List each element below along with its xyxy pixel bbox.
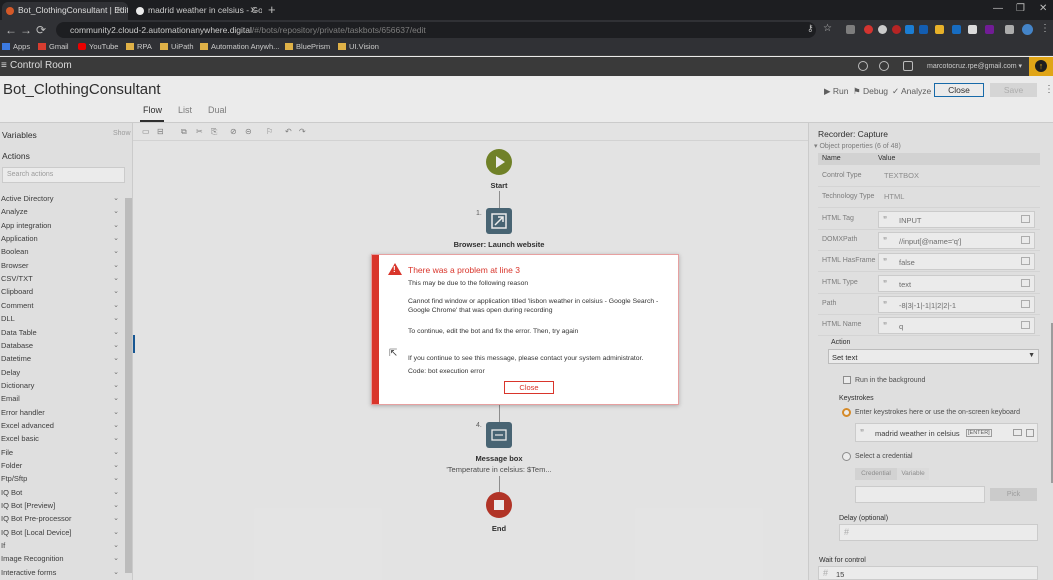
error-accent-bar xyxy=(372,255,379,404)
mouse-cursor-icon: ⇱ xyxy=(389,348,398,359)
error-code: Code: bot execution error xyxy=(408,367,673,376)
dialog-close-button[interactable]: Close xyxy=(504,381,554,394)
error-code-value: bot execution error xyxy=(428,368,485,375)
error-code-label: Code: xyxy=(408,368,427,375)
error-reason-text: Cannot find window or application titled… xyxy=(408,298,659,314)
error-dialog: ! There was a problem at line 3 This may… xyxy=(371,254,679,405)
error-contact-admin: If you continue to see this message, ple… xyxy=(408,355,644,362)
error-dialog-title: There was a problem at line 3 xyxy=(408,265,520,275)
error-reason-intro: This may be due to the following reason xyxy=(408,280,529,287)
warning-icon: ! xyxy=(388,263,402,275)
error-instruction: To continue, edit the bot and fix the er… xyxy=(408,328,579,335)
